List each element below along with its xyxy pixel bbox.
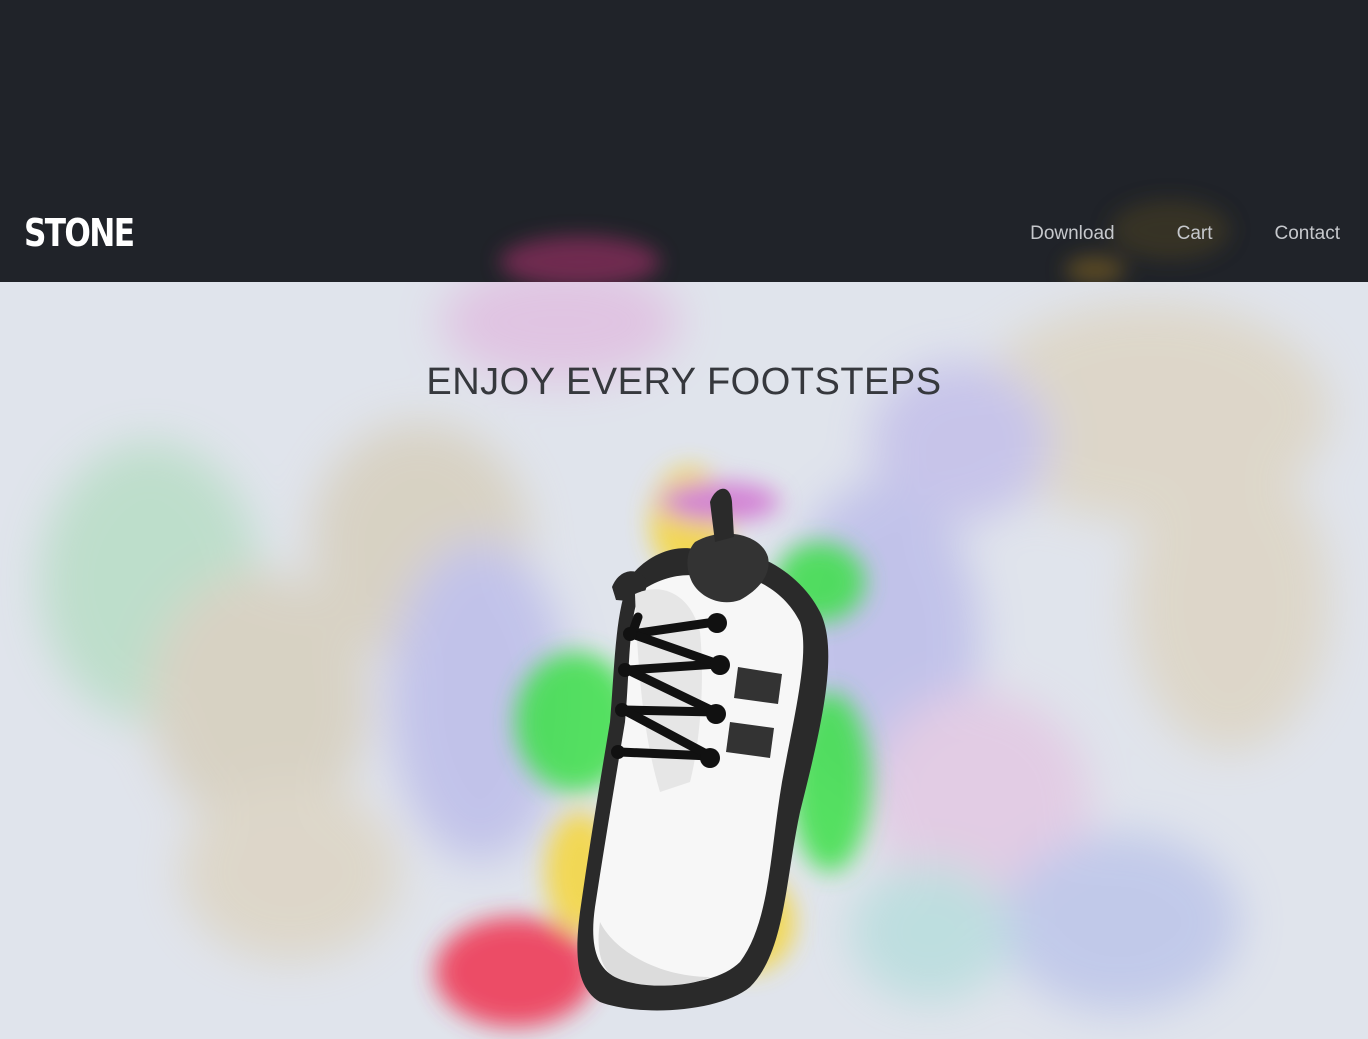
sneaker-image bbox=[577, 488, 829, 1011]
main-nav: Download Cart Contact bbox=[1030, 222, 1340, 246]
nav-link-download[interactable]: Download bbox=[1030, 222, 1115, 246]
hero-section: ENJOY EVERY FOOTSTEPS bbox=[0, 282, 1368, 1039]
hero-title: ENJOY EVERY FOOTSTEPS bbox=[426, 361, 942, 403]
site-header: STONE Download Cart Contact bbox=[0, 0, 1368, 282]
nav-link-cart[interactable]: Cart bbox=[1177, 222, 1213, 246]
nav-link-contact[interactable]: Contact bbox=[1275, 222, 1340, 246]
page: STONE Download Cart Contact ENJOY EVERY … bbox=[0, 0, 1368, 1039]
brand-logo[interactable]: STONE bbox=[24, 210, 135, 256]
